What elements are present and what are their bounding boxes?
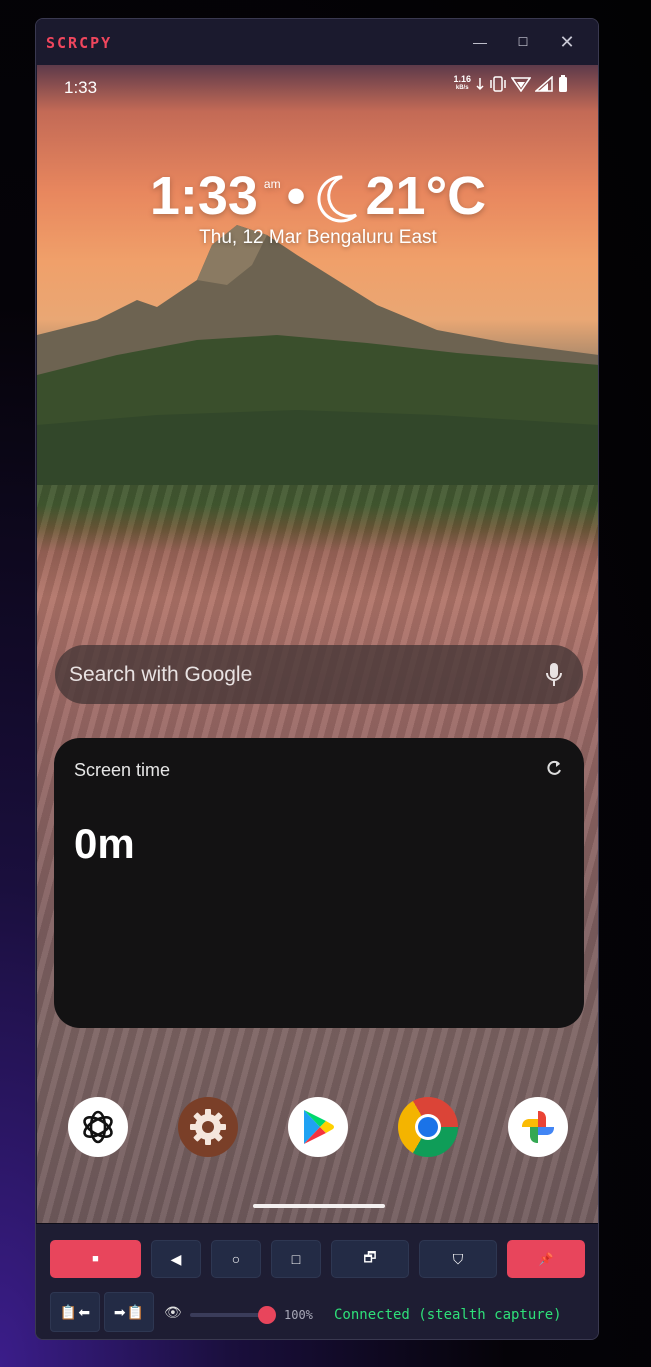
clock-time: 1:33 <box>149 166 258 226</box>
clipboard-pull-button[interactable]: 📋 ⬅ <box>50 1292 100 1332</box>
settings-app-icon[interactable] <box>178 1097 238 1157</box>
status-bar-icons: 1.16 kB/s <box>453 75 569 93</box>
screen-time-value: 0m <box>74 820 135 867</box>
photos-app-icon[interactable] <box>508 1097 568 1157</box>
arrow-right-icon: ➡ <box>113 1303 126 1320</box>
google-search-bar[interactable]: Search with Google <box>55 645 583 704</box>
at-a-glance-clock[interactable]: 1:33 am • 21°C <box>37 165 598 227</box>
location-label: Bengaluru East <box>306 227 437 248</box>
screen-time-widget[interactable]: Screen time 0m <box>54 738 584 1028</box>
phone-screen[interactable]: 1:33 1.16 kB/s 1:33 am • 21°C Thu, 12 Ma… <box>37 65 598 1223</box>
play-store-app-icon[interactable] <box>288 1097 348 1157</box>
date-label: Thu, 12 Mar <box>199 227 302 248</box>
scrcpy-window: SCRCPY — ☐ ✕ 1:33 1.16 kB/s 1:33 am • 21… <box>35 18 599 1340</box>
clock-separator: • <box>286 166 306 226</box>
recents-button[interactable]: □ <box>271 1240 321 1278</box>
search-placeholder: Search with Google <box>69 662 253 686</box>
stop-button[interactable]: ■ <box>50 1240 141 1278</box>
connection-status: Connected (stealth capture) <box>334 1307 562 1323</box>
clipboard-icon: 📋 <box>59 1303 78 1320</box>
refresh-icon[interactable] <box>544 758 564 778</box>
vibrate-icon <box>490 76 506 92</box>
microphone-icon[interactable] <box>545 662 563 688</box>
opacity-slider-thumb[interactable] <box>258 1306 276 1324</box>
screenshot-button[interactable]: 🗗 <box>331 1240 409 1278</box>
pin-button[interactable]: 📌 <box>507 1240 585 1278</box>
opacity-label: 100% <box>284 1308 313 1322</box>
mountain-wallpaper <box>37 225 598 485</box>
title-bar[interactable]: SCRCPY — ☐ ✕ <box>36 19 598 65</box>
network-speed: 1.16 kB/s <box>453 74 471 92</box>
clipboard-push-button[interactable]: ➡ 📋 <box>104 1292 154 1332</box>
opacity-slider-track[interactable] <box>190 1313 268 1317</box>
scrcpy-toolbar: ■ ◀ ○ □ 🗗 ⛉ 📌 📋 ⬅ ➡ 📋 👁 100% Connected (… <box>36 1223 598 1339</box>
widget-title: Screen time <box>74 760 171 780</box>
wifi-icon <box>511 77 531 92</box>
chatgpt-app-icon[interactable] <box>68 1097 128 1157</box>
maximize-button[interactable]: ☐ <box>508 27 538 57</box>
app-title: SCRCPY <box>46 34 113 52</box>
clock-ampm: am <box>263 177 281 191</box>
clipboard-icon: 📋 <box>126 1303 145 1320</box>
home-button[interactable]: ○ <box>211 1240 261 1278</box>
minimize-button[interactable]: — <box>465 27 495 57</box>
date-location[interactable]: Thu, 12 Mar Bengaluru East <box>37 227 598 249</box>
moon-icon <box>316 175 357 223</box>
cell-signal-icon <box>535 76 553 92</box>
battery-icon <box>559 75 567 92</box>
weather-temperature: 21°C <box>365 166 487 226</box>
download-arrow-icon <box>476 78 484 91</box>
close-button[interactable]: ✕ <box>552 27 582 57</box>
chrome-app-icon[interactable] <box>398 1097 458 1157</box>
shield-button[interactable]: ⛉ <box>419 1240 497 1278</box>
eye-icon: 👁 <box>164 1304 182 1320</box>
app-dock <box>37 1095 598 1165</box>
back-button[interactable]: ◀ <box>151 1240 201 1278</box>
gesture-nav-handle[interactable] <box>253 1204 385 1208</box>
arrow-left-icon: ⬅ <box>78 1303 91 1320</box>
status-bar-time: 1:33 <box>64 78 98 97</box>
